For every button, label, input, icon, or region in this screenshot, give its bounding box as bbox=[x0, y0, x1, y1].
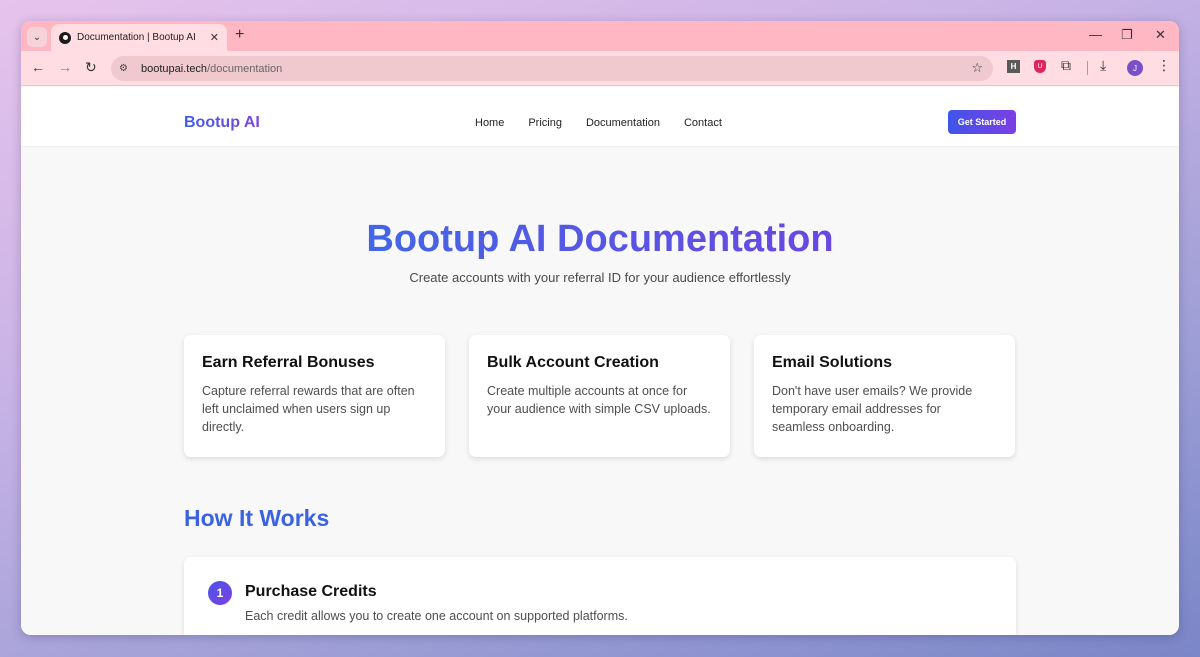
step-text: Each credit allows you to create one acc… bbox=[245, 609, 628, 623]
feature-cards: Earn Referral Bonuses Capture referral r… bbox=[184, 335, 1015, 457]
feature-card-title: Earn Referral Bonuses bbox=[202, 354, 375, 371]
close-tab-icon[interactable]: ✕ bbox=[210, 31, 219, 44]
minimize-icon[interactable]: — bbox=[1089, 27, 1102, 42]
extension-h-icon[interactable]: H bbox=[1007, 60, 1020, 73]
nav-link-contact[interactable]: Contact bbox=[684, 117, 722, 129]
page-title-text: Bootup AI Documentation bbox=[366, 218, 834, 260]
site-settings-icon[interactable]: ⚙ bbox=[119, 63, 133, 74]
new-tab-button[interactable]: + bbox=[235, 26, 244, 44]
nav-link-documentation[interactable]: Documentation bbox=[586, 117, 660, 129]
back-arrow-icon[interactable]: ← bbox=[31, 59, 45, 75]
site-favicon-icon bbox=[59, 31, 71, 44]
toolbar-divider bbox=[1087, 61, 1088, 75]
feature-card-title: Email Solutions bbox=[772, 354, 893, 371]
feature-card-title: Bulk Account Creation bbox=[487, 354, 659, 371]
url-path: /documentation bbox=[207, 62, 283, 75]
restore-icon[interactable]: ❐ bbox=[1121, 27, 1133, 43]
get-started-button[interactable]: Get Started bbox=[948, 110, 1016, 134]
chevron-down-icon: ⌄ bbox=[32, 31, 42, 43]
nav-link-pricing[interactable]: Pricing bbox=[528, 117, 562, 129]
download-icon[interactable]: ⤓ bbox=[1100, 57, 1106, 74]
feature-card-email: Email Solutions Don't have user emails? … bbox=[754, 335, 1015, 457]
feature-card-text: Capture referral rewards that are often … bbox=[202, 384, 415, 434]
browser-tab[interactable]: Documentation | Bootup AI ✕ bbox=[51, 24, 227, 51]
page-title: Bootup AI Documentation bbox=[21, 217, 1179, 261]
shield-extension-icon[interactable]: U bbox=[1034, 60, 1046, 73]
page-subtitle: Create accounts with your referral ID fo… bbox=[409, 270, 791, 285]
more-menu-icon[interactable]: ⋮ bbox=[1157, 57, 1171, 74]
tab-title: Documentation | Bootup AI bbox=[77, 32, 196, 43]
feature-card-referral: Earn Referral Bonuses Capture referral r… bbox=[184, 335, 445, 457]
bookmark-star-icon[interactable]: ☆ bbox=[971, 60, 983, 76]
feature-card-text: Create multiple accounts at once for you… bbox=[487, 384, 711, 416]
main-nav: Home Pricing Documentation Contact bbox=[475, 117, 746, 129]
profile-avatar[interactable]: J bbox=[1127, 60, 1143, 76]
address-bar[interactable]: ⚙ bootupai.tech/documentation ☆ bbox=[111, 56, 993, 81]
site-header: Bootup AI Home Pricing Documentation Con… bbox=[21, 87, 1179, 147]
url-text: bootupai.tech/documentation bbox=[141, 63, 282, 75]
feature-card-bulk: Bulk Account Creation Create multiple ac… bbox=[469, 335, 730, 457]
tab-search-button[interactable]: ⌄ bbox=[27, 27, 47, 47]
step-title: Purchase Credits bbox=[245, 583, 377, 600]
browser-window: ⌄ Documentation | Bootup AI ✕ + — ❐ ✕ ← … bbox=[21, 21, 1179, 635]
step-number-badge: 1 bbox=[208, 581, 232, 605]
extensions-puzzle-icon[interactable]: ⧉ bbox=[1061, 57, 1071, 74]
tab-strip: ⌄ Documentation | Bootup AI ✕ + — ❐ ✕ bbox=[21, 21, 1179, 51]
forward-arrow-icon[interactable]: → bbox=[58, 59, 72, 75]
feature-card-text: Don't have user emails? We provide tempo… bbox=[772, 384, 973, 434]
how-it-works-heading: How It Works bbox=[184, 505, 330, 531]
step-card: 1 Purchase Credits Each credit allows yo… bbox=[184, 557, 1016, 635]
nav-link-home[interactable]: Home bbox=[475, 117, 504, 129]
browser-toolbar: ← → ↻ ⚙ bootupai.tech/documentation ☆ H … bbox=[21, 51, 1179, 86]
reload-icon[interactable]: ↻ bbox=[85, 59, 97, 76]
url-host: bootupai.tech bbox=[141, 62, 208, 75]
close-window-icon[interactable]: ✕ bbox=[1155, 27, 1166, 43]
web-page: Bootup AI Home Pricing Documentation Con… bbox=[21, 87, 1179, 635]
site-logo[interactable]: Bootup AI bbox=[184, 114, 260, 132]
